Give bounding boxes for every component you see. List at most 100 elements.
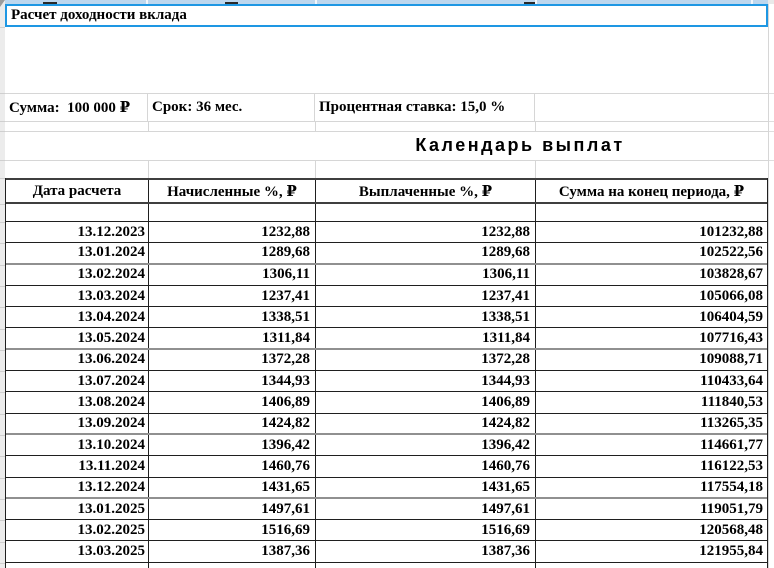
value-cell[interactable]: 1431,65: [149, 477, 316, 497]
value-cell[interactable]: 1424,82: [316, 413, 536, 433]
gridline: [315, 160, 316, 178]
value-cell[interactable]: 110433,64: [536, 371, 767, 391]
value-cell[interactable]: 119051,79: [536, 499, 767, 519]
column-header-date[interactable]: Дата расчета: [6, 180, 149, 202]
date-cell[interactable]: 13.12.2023: [6, 222, 149, 243]
value-cell[interactable]: 1396,42: [316, 434, 536, 456]
value-cell[interactable]: 1289,68: [149, 243, 316, 263]
value-cell[interactable]: 1460,76: [316, 456, 536, 477]
section-title-payments-calendar[interactable]: Календарь выплат: [263, 131, 774, 160]
value-cell[interactable]: 1311,84: [316, 328, 536, 348]
date-cell[interactable]: 13.12.2024: [6, 477, 149, 497]
date-cell[interactable]: 13.02.2024: [6, 264, 149, 285]
value-cell[interactable]: 1289,68: [316, 243, 536, 263]
value-cell[interactable]: 1497,61: [316, 498, 536, 520]
gridline: [0, 478, 5, 479]
date-cell[interactable]: 13.01.2024: [6, 243, 149, 263]
value-cell[interactable]: 121955,84: [536, 541, 767, 561]
value-cell[interactable]: 103828,67: [536, 265, 767, 285]
table-row: 13.02.2025 1516,69 1516,69 120568,48: [6, 520, 767, 542]
value-cell[interactable]: 1372,28: [316, 349, 536, 371]
value-cell[interactable]: 105066,08: [536, 286, 767, 306]
value-cell[interactable]: 116122,53: [536, 456, 767, 476]
table-row: 13.12.2023 1232,88 1232,88 101232,88: [6, 222, 767, 244]
value-cell[interactable]: 101232,88: [536, 222, 767, 242]
value-cell[interactable]: 106404,59: [536, 307, 767, 327]
gridline: [0, 329, 5, 330]
value-cell[interactable]: 1431,65: [316, 477, 536, 497]
date-cell[interactable]: 13.06.2024: [6, 349, 149, 371]
value-cell[interactable]: 111840,53: [536, 392, 767, 412]
value-cell[interactable]: 114661,77: [536, 435, 767, 455]
value-cell[interactable]: 117554,18: [536, 478, 767, 497]
table-row: 13.03.2025 1387,36 1387,36 121955,84: [6, 541, 767, 563]
param-cell-rate[interactable]: Процентная ставка: 15,0 %: [315, 94, 535, 121]
date-cell[interactable]: 13.09.2024: [6, 413, 149, 433]
gridline: [315, 563, 316, 568]
gridline: [769, 93, 774, 94]
value-cell[interactable]: 1387,36: [149, 541, 316, 562]
value-cell[interactable]: 1396,42: [149, 434, 316, 456]
date-cell[interactable]: 13.04.2024: [6, 307, 149, 328]
empty-cell[interactable]: [149, 204, 316, 221]
date-cell[interactable]: 13.03.2025: [6, 541, 149, 562]
value-cell[interactable]: 1424,82: [149, 413, 316, 433]
value-cell[interactable]: 120568,48: [536, 520, 767, 540]
value-cell[interactable]: 1516,69: [316, 520, 536, 541]
param-cell-term[interactable]: Срок: 36 мес.: [148, 94, 315, 121]
value-cell[interactable]: 1237,41: [149, 285, 316, 307]
value-cell[interactable]: 1237,41: [316, 285, 536, 307]
date-cell[interactable]: 13.11.2024: [6, 456, 149, 477]
value-cell[interactable]: 1406,89: [149, 392, 316, 413]
value-cell[interactable]: 1460,76: [149, 456, 316, 477]
active-cell-deposit-title[interactable]: Расчет доходности вклада: [5, 4, 768, 27]
empty-cell[interactable]: [6, 204, 149, 221]
date-cell[interactable]: 13.08.2024: [6, 392, 149, 413]
param-cell-sum[interactable]: Сумма: 100 000 ₽: [5, 94, 148, 121]
column-header-balance[interactable]: Сумма на конец периода, ₽: [536, 180, 767, 202]
empty-cell[interactable]: [316, 204, 536, 221]
column-header-paid[interactable]: Выплаченные %, ₽: [316, 180, 536, 202]
value-cell[interactable]: 1232,88: [316, 222, 536, 243]
value-cell[interactable]: 1372,28: [149, 349, 316, 371]
gridline: [769, 121, 774, 122]
value-cell[interactable]: 1338,51: [316, 307, 536, 328]
gridline: [0, 563, 5, 564]
value-cell[interactable]: 1406,89: [316, 392, 536, 413]
gridline: [0, 286, 5, 287]
table-header-row: Дата расчета Начисленные %, ₽ Выплаченны…: [6, 178, 767, 204]
table-body: 13.12.2023 1232,88 1232,88 101232,88 13.01.2…: [6, 222, 767, 563]
empty-table-row[interactable]: [6, 204, 767, 222]
value-cell[interactable]: 1344,93: [316, 371, 536, 392]
gridline: [0, 414, 5, 415]
gridline: [0, 265, 5, 266]
value-cell[interactable]: 113265,35: [536, 414, 767, 433]
gridline: [315, 122, 316, 131]
date-cell[interactable]: 13.05.2024: [6, 328, 149, 348]
value-cell[interactable]: 107716,43: [536, 328, 767, 347]
value-cell[interactable]: 1387,36: [316, 541, 536, 562]
date-cell[interactable]: 13.02.2025: [6, 520, 149, 541]
gridline: [0, 27, 5, 28]
gridline: [0, 160, 5, 161]
table-row: 13.07.2024 1344,93 1344,93 110433,64: [6, 371, 767, 393]
value-cell[interactable]: 102522,56: [536, 243, 767, 262]
value-cell[interactable]: 1306,11: [149, 264, 316, 285]
value-cell[interactable]: 1232,88: [149, 222, 316, 243]
gridline: [769, 131, 774, 132]
value-cell[interactable]: 1516,69: [149, 520, 316, 541]
date-cell[interactable]: 13.07.2024: [6, 371, 149, 392]
value-cell[interactable]: 1338,51: [149, 307, 316, 328]
value-cell[interactable]: 1344,93: [149, 371, 316, 392]
value-cell[interactable]: 1311,84: [149, 328, 316, 348]
value-cell[interactable]: 1306,11: [316, 264, 536, 285]
gridline: [148, 160, 149, 178]
empty-cell[interactable]: [536, 204, 767, 221]
param-cell-empty[interactable]: [535, 94, 768, 121]
date-cell[interactable]: 13.10.2024: [6, 434, 149, 456]
value-cell[interactable]: 1497,61: [149, 498, 316, 520]
column-header-accrued[interactable]: Начисленные %, ₽: [149, 180, 316, 202]
date-cell[interactable]: 13.01.2025: [6, 498, 149, 520]
value-cell[interactable]: 109088,71: [536, 350, 767, 370]
date-cell[interactable]: 13.03.2024: [6, 285, 149, 307]
